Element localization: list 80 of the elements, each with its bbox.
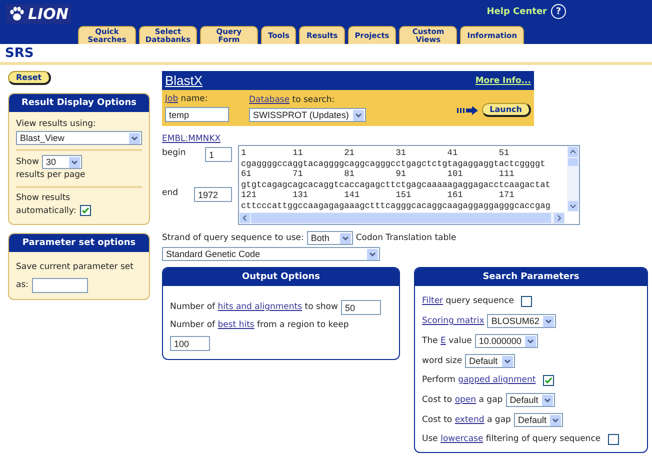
- dropdown-arrow-icon: [543, 316, 554, 326]
- label-link[interactable]: hits and alignments: [218, 302, 302, 312]
- dropdown-arrow-icon: [340, 232, 351, 244]
- field-label: The E value: [422, 334, 472, 348]
- label-link[interactable]: extend: [454, 414, 484, 424]
- label-link[interactable]: Scoring matrix: [422, 316, 484, 326]
- help-icon[interactable]: ?: [551, 4, 566, 19]
- field-label: Filter query sequence: [422, 295, 514, 308]
- checkbox[interactable]: [80, 205, 92, 216]
- label-link[interactable]: lowercase: [440, 434, 484, 444]
- parameter-dropdown[interactable]: 10.000000: [474, 334, 538, 348]
- checkbox[interactable]: [542, 375, 554, 386]
- field-label: as:: [16, 279, 29, 292]
- field-label: Use lowercase filtering of query sequence: [422, 433, 601, 446]
- label-link[interactable]: Database: [249, 95, 290, 105]
- field-label: Cost to extend a gap: [422, 414, 511, 426]
- field-label: Codon Translation table: [356, 232, 456, 244]
- panel-title: Result Display Options: [9, 94, 149, 112]
- field-label: Number of hits and alignments to show: [170, 301, 338, 314]
- field-label: Save current parameter set: [16, 261, 134, 274]
- field-label: Job name:: [165, 93, 209, 106]
- dropdown-arrow-icon: [502, 356, 513, 366]
- field-label: View results using:: [16, 118, 97, 131]
- arrow-icon: [456, 106, 479, 114]
- label-link[interactable]: Filter: [422, 296, 444, 306]
- parameter-dropdown[interactable]: Default: [506, 393, 556, 407]
- sequence-id-link[interactable]: EMBL:MMNKX: [162, 134, 232, 144]
- job-name-field[interactable]: temp: [165, 107, 229, 122]
- sequence-field[interactable]: 1 11 21 31 41 51 cgaggggccaggtacaggggcaggcagggcctgagctctgtagaggaggtactcggggt 61 71 81 91 101 111 gtgtcagagcagcacaggtcaccagagcttctgagcaaaaagaggagacctcaagactat 121 131 141 151 161 171 cttcccattggccaagagagaaagctttcagggcacaggcaagaggaggagggcaccgag: [238, 145, 580, 225]
- panel-title: Search Parameters: [415, 268, 647, 286]
- label-link[interactable]: Job: [165, 94, 178, 104]
- dropdown-arrow-icon: [550, 414, 562, 426]
- field-label: Show: [16, 156, 39, 168]
- reset-button[interactable]: Reset: [8, 71, 51, 85]
- dropdown-arrow-icon: [352, 110, 364, 120]
- panel-title: Parameter set options: [9, 234, 149, 252]
- dropdown-arrow-icon: [68, 156, 80, 168]
- label-link[interactable]: open: [454, 394, 476, 404]
- parameter-dropdown[interactable]: BLOSUM62: [487, 314, 556, 328]
- horizontal-scrollbar[interactable]: [239, 212, 565, 224]
- dropdown-arrow-icon: [542, 394, 554, 406]
- field-label: word size: [422, 354, 462, 368]
- paw-icon: [9, 6, 25, 22]
- field-label: Show results automatically:: [16, 193, 76, 216]
- field-label: end: [162, 187, 178, 200]
- label-link[interactable]: gapped alignment: [458, 375, 536, 385]
- field-label: results per page: [16, 169, 86, 182]
- field-label: Number of best hits from a region to keep: [170, 320, 349, 330]
- dropdown-arrow-icon: [525, 336, 536, 346]
- view-dropdown[interactable]: Blast_View: [16, 131, 142, 145]
- panel-title: Output Options: [163, 268, 399, 286]
- checkbox[interactable]: [520, 296, 532, 307]
- dropdown-arrow-icon: [367, 248, 378, 260]
- field-label: Strand of query sequence to use:: [162, 232, 304, 244]
- best-hits-field[interactable]: 100: [170, 336, 210, 351]
- field-label: Cost to open a gap: [422, 394, 503, 406]
- hits-field[interactable]: 50: [340, 300, 381, 315]
- app-title: SRS: [0, 44, 652, 65]
- more-info-link[interactable]: More Info...: [475, 76, 531, 86]
- launch-button[interactable]: Launch: [482, 103, 531, 117]
- tool-title-link[interactable]: BlastX: [165, 73, 203, 88]
- dropdown-arrow-icon: [129, 132, 140, 144]
- parameter-dropdown[interactable]: Default: [514, 413, 564, 427]
- label-link[interactable]: best hits: [218, 320, 254, 330]
- label-link[interactable]: E: [440, 336, 446, 346]
- database-dropdown[interactable]: SWISSPROT (Updates): [249, 108, 366, 122]
- strand-dropdown[interactable]: Both: [306, 231, 353, 245]
- name-field[interactable]: [32, 278, 88, 293]
- count-dropdown[interactable]: 30: [42, 155, 82, 169]
- end-field[interactable]: 1972: [194, 187, 232, 202]
- begin-field[interactable]: 1: [205, 147, 232, 162]
- codon-table-dropdown[interactable]: Standard Genetic Code: [162, 247, 380, 261]
- checkbox[interactable]: [608, 434, 619, 445]
- vertical-scrollbar[interactable]: [567, 146, 579, 212]
- field-label: Database to search:: [249, 94, 336, 107]
- parameter-dropdown[interactable]: Default: [465, 354, 515, 368]
- help-link[interactable]: Help Center: [486, 6, 547, 16]
- field-label: begin: [162, 147, 186, 160]
- logo-text: LION: [28, 5, 68, 23]
- field-label: Perform gapped alignment: [422, 374, 536, 387]
